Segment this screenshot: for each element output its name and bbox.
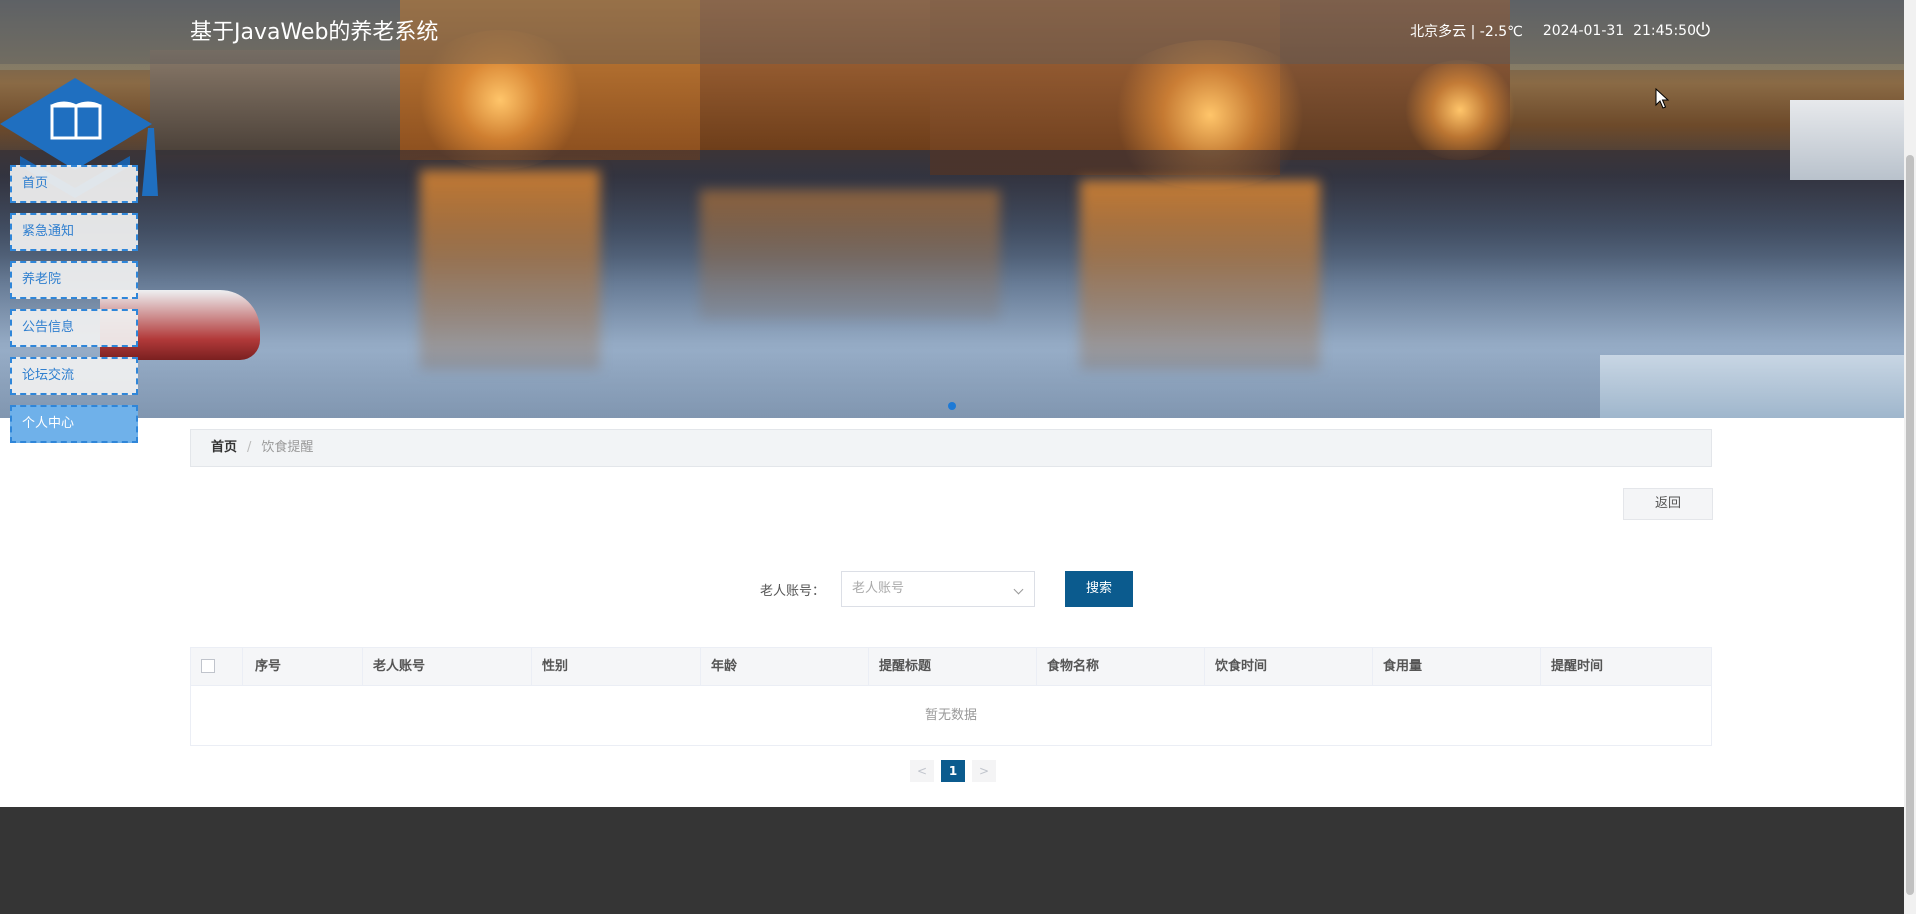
weather-text: 北京多云 | -2.5℃ bbox=[1410, 24, 1523, 40]
scrollbar-thumb[interactable] bbox=[1906, 155, 1914, 895]
side-nav: 首页 紧急通知 养老院 公告信息 论坛交流 个人中心 bbox=[10, 165, 140, 453]
data-table: 序号 老人账号 性别 年龄 提醒标题 食物名称 饮食时间 食用量 提醒时间 暂无… bbox=[190, 647, 1712, 746]
page-scrollbar[interactable] bbox=[1904, 0, 1916, 914]
column-header[interactable]: 性别 bbox=[532, 648, 701, 685]
select-all-cell bbox=[191, 648, 243, 685]
banner-light bbox=[1400, 60, 1520, 160]
nav-item-emergency-notice[interactable]: 紧急通知 bbox=[10, 213, 138, 251]
breadcrumb-current: 饮食提醒 bbox=[261, 440, 314, 455]
site-title: 基于JavaWeb的养老系统 bbox=[190, 20, 439, 45]
nav-item-announcements[interactable]: 公告信息 bbox=[10, 309, 138, 347]
table-header: 序号 老人账号 性别 年龄 提醒标题 食物名称 饮食时间 食用量 提醒时间 bbox=[191, 648, 1711, 686]
column-header[interactable]: 饮食时间 bbox=[1205, 648, 1373, 685]
column-header[interactable]: 食物名称 bbox=[1037, 648, 1205, 685]
banner-building bbox=[150, 50, 400, 155]
page-number[interactable]: 1 bbox=[941, 760, 965, 782]
elder-account-select[interactable]: 老人账号 bbox=[841, 571, 1035, 607]
column-header[interactable]: 序号 bbox=[243, 648, 363, 685]
breadcrumb: 首页 / 饮食提醒 bbox=[190, 429, 1712, 467]
column-header[interactable]: 年龄 bbox=[701, 648, 869, 685]
banner-reflection bbox=[700, 190, 1000, 320]
time-text: 21:45:50 bbox=[1633, 23, 1696, 39]
pagination: < 1 > bbox=[910, 760, 996, 782]
power-icon[interactable] bbox=[1694, 21, 1712, 39]
chevron-down-icon bbox=[1013, 584, 1024, 595]
header-info: 北京多云 | -2.5℃ 2024-01-31 21:45:50 bbox=[1410, 21, 1696, 41]
breadcrumb-home[interactable]: 首页 bbox=[211, 440, 237, 455]
banner-reflection bbox=[420, 170, 600, 370]
banner-boat bbox=[1600, 355, 1904, 418]
search-button[interactable]: 搜索 bbox=[1065, 571, 1133, 607]
search-label: 老人账号： bbox=[760, 584, 826, 599]
column-header[interactable]: 提醒时间 bbox=[1541, 648, 1711, 685]
banner-reflection bbox=[1080, 180, 1320, 370]
mouse-cursor-icon bbox=[1655, 88, 1669, 109]
footer bbox=[0, 807, 1904, 914]
date-text: 2024-01-31 bbox=[1542, 23, 1625, 39]
carousel-indicator[interactable] bbox=[948, 402, 956, 410]
column-header[interactable]: 老人账号 bbox=[363, 648, 532, 685]
prev-page-button[interactable]: < bbox=[910, 760, 934, 782]
nav-item-forum[interactable]: 论坛交流 bbox=[10, 357, 138, 395]
select-placeholder: 老人账号 bbox=[852, 581, 905, 596]
back-button[interactable]: 返回 bbox=[1623, 488, 1713, 520]
banner-boat bbox=[1790, 100, 1904, 180]
select-all-checkbox[interactable] bbox=[201, 658, 215, 673]
nav-item-personal-center[interactable]: 个人中心 bbox=[10, 405, 138, 443]
column-header[interactable]: 提醒标题 bbox=[869, 648, 1037, 685]
empty-state: 暂无数据 bbox=[924, 708, 977, 723]
column-header[interactable]: 食用量 bbox=[1373, 648, 1541, 685]
breadcrumb-separator: / bbox=[247, 440, 252, 455]
nav-item-home[interactable]: 首页 bbox=[10, 165, 138, 203]
next-page-button[interactable]: > bbox=[972, 760, 996, 782]
datetime: 2024-01-31 21:45:50 bbox=[1543, 23, 1696, 39]
nav-item-nursing-home[interactable]: 养老院 bbox=[10, 261, 138, 299]
